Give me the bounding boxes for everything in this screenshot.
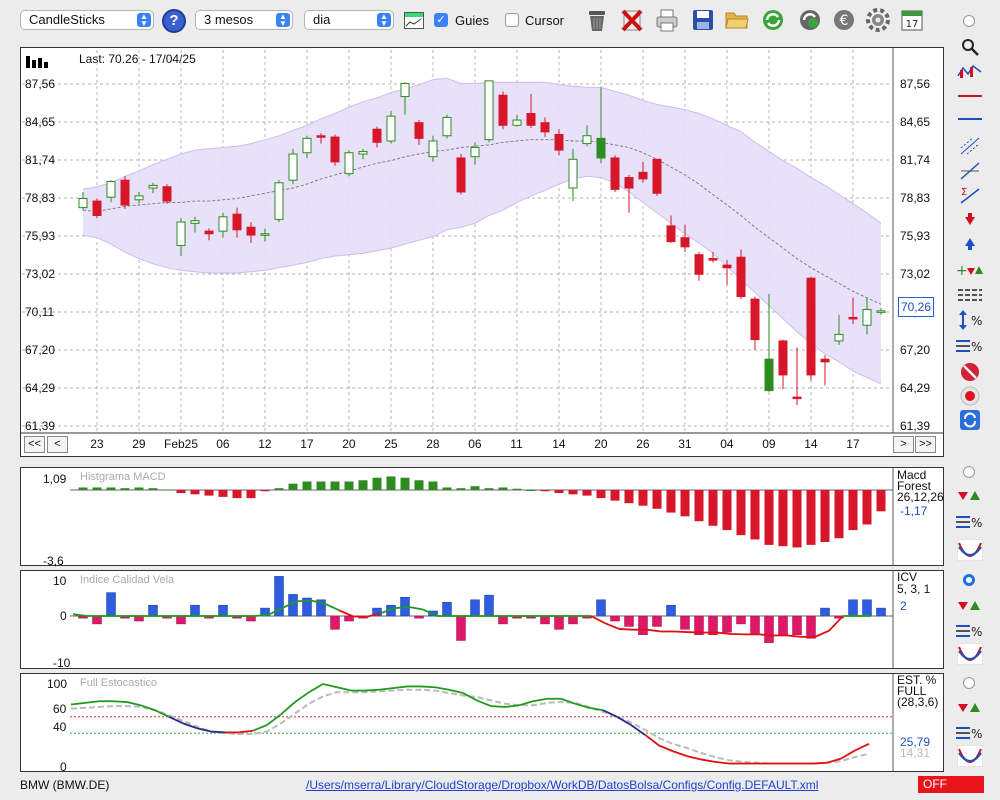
stoch-k-segment [434,686,450,691]
svg-text:%: % [971,340,982,354]
fibonacci-icon[interactable]: Σ [955,184,985,206]
stoch-lines-icon[interactable]: % [955,722,985,744]
sync-icon[interactable] [955,409,985,431]
horizontal-line-red-icon[interactable] [955,85,985,107]
icv-curves-icon[interactable] [955,643,985,665]
stoch-k-segment [812,761,828,765]
stoch-k-segment [532,697,548,703]
svg-text:%: % [971,516,982,530]
stoch-k-segment [70,701,86,706]
stoch-k-segment [126,701,142,707]
svg-text:%: % [971,314,982,328]
symbol-label: BMW (BMW.DE) [20,778,110,792]
icv-lines-icon[interactable]: % [955,620,985,642]
svg-text:%: % [971,625,982,639]
stoch-k-segment [854,743,870,752]
stoch-k-segment [672,750,688,758]
stoch-k-segment [714,761,730,765]
channel-icon[interactable] [955,135,985,157]
stoch-k-segment [280,701,296,716]
stoch-k-segment [588,706,604,712]
icv-panel-radio[interactable] [963,574,975,586]
macd-lines-icon[interactable]: % [955,511,985,533]
stoch-k-segment [644,734,660,747]
trendline-icon[interactable] [955,160,985,182]
candle-style-icon[interactable] [955,60,985,82]
stoch-k-segment [392,685,408,689]
macd-curves-icon[interactable] [955,539,985,561]
off-status-button[interactable]: OFF [918,776,984,793]
arrow-up-icon[interactable] [955,233,985,255]
icv-signals-icon[interactable] [955,595,985,617]
stoch-k-segment [658,744,674,753]
horizontal-line-blue-icon[interactable] [955,108,985,130]
macd-panel-radio[interactable] [963,466,975,478]
stoch-curves-icon[interactable] [955,745,985,767]
stochastic-panel-radio[interactable] [963,677,975,689]
svg-text:Σ: Σ [961,187,967,198]
percent-lines-icon[interactable]: % [955,335,985,357]
stoch-k-segment [252,724,268,732]
main-panel-radio[interactable] [963,15,975,27]
stoch-k-segment [448,688,464,694]
stoch-k-segment [84,700,100,704]
stop-icon[interactable] [955,361,985,383]
config-path-link[interactable]: /Users/mserra/Library/CloudStorage/Dropb… [306,778,818,792]
scale-percent-icon[interactable]: % [955,309,985,331]
stoch-k-segment [210,730,226,734]
grid-lines-icon[interactable] [955,284,985,306]
macd-signals-icon[interactable] [955,485,985,507]
svg-text:%: % [971,727,982,741]
stoch-k-segment [420,685,436,689]
stoch-k-segment [336,686,352,692]
stoch-k-segment [686,755,702,761]
stoch-k-segment [154,709,170,718]
stoch-k-segment [322,683,338,689]
stoch-k-segment [490,705,506,708]
stoch-k-segment [112,700,128,703]
stoch-k-segment [700,758,716,763]
stoch-k-segment [476,699,492,707]
record-icon[interactable] [955,385,985,407]
stoch-signals-icon[interactable] [955,697,985,719]
stochastic-chart [70,674,894,771]
add-signal-icon[interactable]: + [955,259,985,281]
arrow-down-icon[interactable] [955,209,985,231]
zoom-icon[interactable] [955,36,985,58]
stoch-k-segment [378,687,394,691]
stoch-k-segment [308,683,324,693]
stoch-k-segment [294,691,310,703]
stoch-k-segment [266,713,282,726]
svg-text:+: + [956,263,968,278]
stoch-k-segment [364,688,380,692]
stoch-k-segment [238,729,254,734]
stoch-k-segment [504,704,520,708]
